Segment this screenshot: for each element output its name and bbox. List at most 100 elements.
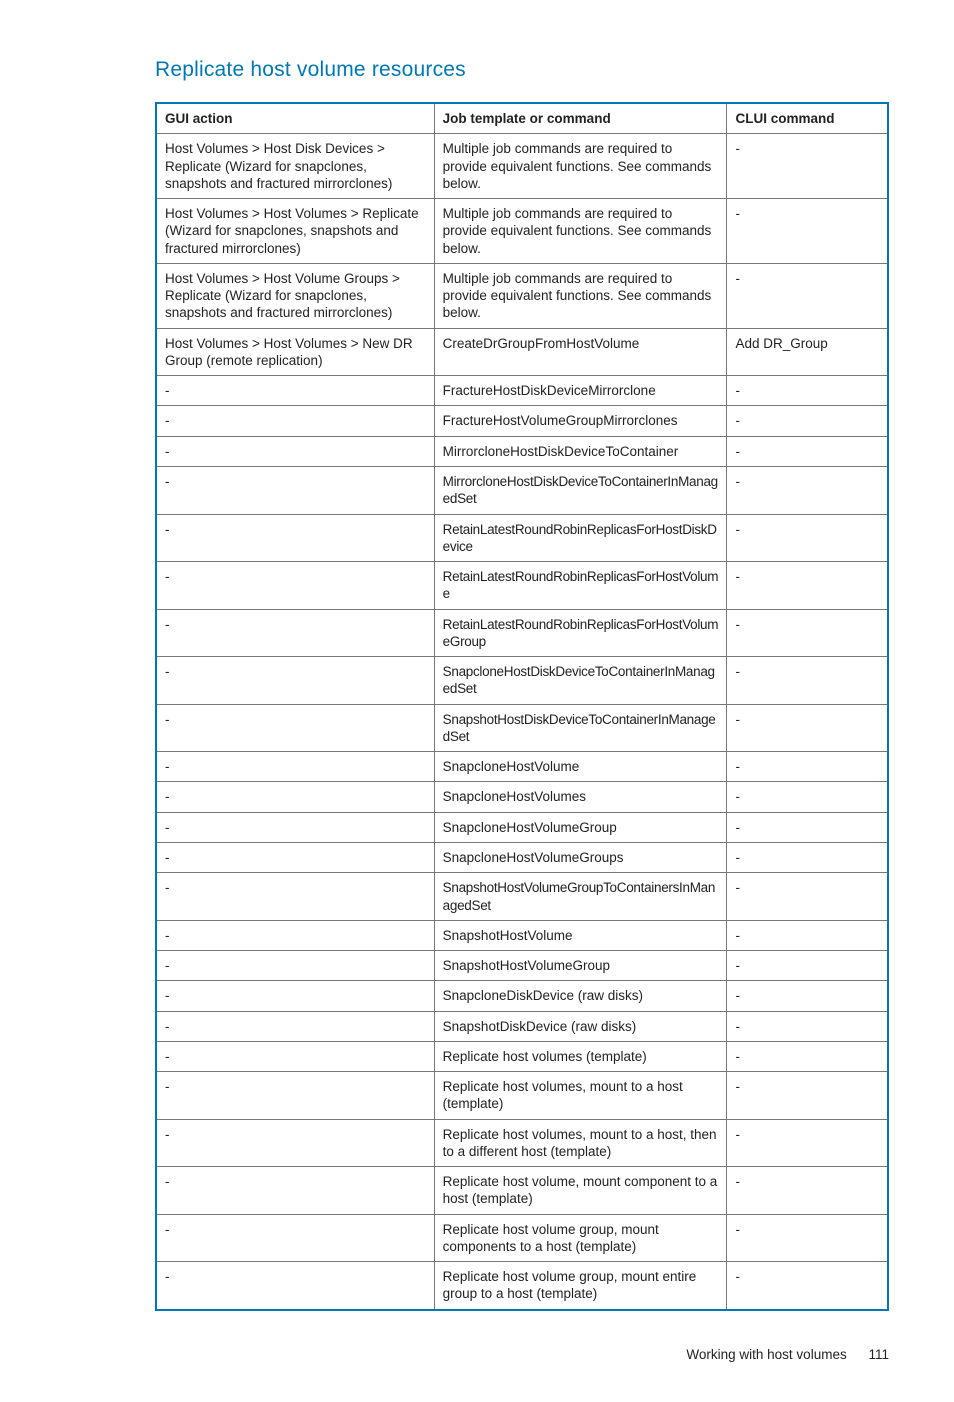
cell-job-template: Replicate host volumes, mount to a host …	[434, 1072, 727, 1120]
cell-gui-action: -	[156, 466, 434, 514]
cell-clui-command: -	[727, 1167, 888, 1215]
cell-gui-action: -	[156, 782, 434, 812]
cell-job-template: Replicate host volume group, mount entir…	[434, 1262, 727, 1310]
cell-clui-command: -	[727, 263, 888, 328]
cell-job-template: SnapshotDiskDevice (raw disks)	[434, 1011, 727, 1041]
cell-job-template: MirrorcloneHostDiskDeviceToContainerInMa…	[434, 466, 727, 514]
table-row: -Replicate host volume group, mount enti…	[156, 1262, 888, 1310]
table-row: -FractureHostVolumeGroupMirrorclones-	[156, 406, 888, 436]
cell-job-template: RetainLatestRoundRobinReplicasForHostVol…	[434, 609, 727, 657]
cell-gui-action: -	[156, 562, 434, 610]
table-row: -SnapcloneHostVolumeGroups-	[156, 842, 888, 872]
cell-job-template: Replicate host volumes (template)	[434, 1041, 727, 1071]
table-row: Host Volumes > Host Volumes > New DR Gro…	[156, 328, 888, 376]
table-row: -RetainLatestRoundRobinReplicasForHostVo…	[156, 562, 888, 610]
table-row: Host Volumes > Host Volume Groups > Repl…	[156, 263, 888, 328]
cell-job-template: Multiple job commands are required to pr…	[434, 199, 727, 264]
cell-gui-action: -	[156, 1262, 434, 1310]
cell-clui-command: -	[727, 562, 888, 610]
table-row: Host Volumes > Host Volumes > Replicate …	[156, 199, 888, 264]
cell-gui-action: -	[156, 873, 434, 921]
table-row: -SnapshotHostVolumeGroup-	[156, 951, 888, 981]
cell-gui-action: -	[156, 752, 434, 782]
page-footer: Working with host volumes 111	[155, 1347, 889, 1362]
cell-job-template: SnapshotHostVolumeGroupToContainersInMan…	[434, 873, 727, 921]
cell-gui-action: -	[156, 436, 434, 466]
cell-job-template: SnapcloneHostVolumes	[434, 782, 727, 812]
cell-clui-command: -	[727, 1041, 888, 1071]
cell-job-template: SnapcloneHostVolumeGroups	[434, 842, 727, 872]
table-row: Host Volumes > Host Disk Devices > Repli…	[156, 134, 888, 199]
cell-clui-command: -	[727, 1214, 888, 1262]
cell-job-template: Replicate host volume group, mount compo…	[434, 1214, 727, 1262]
cell-clui-command: -	[727, 1072, 888, 1120]
cell-gui-action: Host Volumes > Host Volume Groups > Repl…	[156, 263, 434, 328]
footer-section-text: Working with host volumes	[686, 1347, 846, 1362]
table-row: -SnapcloneHostVolumeGroup-	[156, 812, 888, 842]
col-header-gui-action: GUI action	[156, 103, 434, 134]
cell-job-template: RetainLatestRoundRobinReplicasForHostDis…	[434, 514, 727, 562]
table-row: -Replicate host volume, mount component …	[156, 1167, 888, 1215]
cell-gui-action: -	[156, 842, 434, 872]
cell-gui-action: -	[156, 1119, 434, 1167]
cell-clui-command: -	[727, 842, 888, 872]
cell-job-template: SnapshotHostDiskDeviceToContainerInManag…	[434, 704, 727, 752]
table-row: -Replicate host volume group, mount comp…	[156, 1214, 888, 1262]
cell-gui-action: -	[156, 920, 434, 950]
cell-gui-action: -	[156, 1214, 434, 1262]
cell-clui-command: -	[727, 752, 888, 782]
cell-job-template: FractureHostVolumeGroupMirrorclones	[434, 406, 727, 436]
cell-clui-command: Add DR_Group	[727, 328, 888, 376]
cell-job-template: SnapshotHostVolumeGroup	[434, 951, 727, 981]
cell-gui-action: -	[156, 1167, 434, 1215]
table-row: -FractureHostDiskDeviceMirrorclone-	[156, 376, 888, 406]
section-title: Replicate host volume resources	[155, 58, 889, 82]
cell-clui-command: -	[727, 466, 888, 514]
table-row: -MirrorcloneHostDiskDeviceToContainerInM…	[156, 466, 888, 514]
cell-clui-command: -	[727, 609, 888, 657]
cell-job-template: FractureHostDiskDeviceMirrorclone	[434, 376, 727, 406]
cell-gui-action: -	[156, 981, 434, 1011]
cell-gui-action: Host Volumes > Host Volumes > Replicate …	[156, 199, 434, 264]
cell-gui-action: -	[156, 406, 434, 436]
cell-job-template: SnapcloneHostVolume	[434, 752, 727, 782]
table-row: -SnapshotHostDiskDeviceToContainerInMana…	[156, 704, 888, 752]
cell-job-template: MirrorcloneHostDiskDeviceToContainer	[434, 436, 727, 466]
cell-clui-command: -	[727, 1011, 888, 1041]
cell-gui-action: -	[156, 657, 434, 705]
cell-clui-command: -	[727, 920, 888, 950]
cell-clui-command: -	[727, 514, 888, 562]
cell-gui-action: -	[156, 1011, 434, 1041]
col-header-job-template: Job template or command	[434, 103, 727, 134]
cell-job-template: Replicate host volume, mount component t…	[434, 1167, 727, 1215]
table-row: -SnapcloneHostVolumes-	[156, 782, 888, 812]
table-row: -Replicate host volumes, mount to a host…	[156, 1119, 888, 1167]
cell-clui-command: -	[727, 376, 888, 406]
table-row: -SnapshotHostVolumeGroupToContainersInMa…	[156, 873, 888, 921]
cell-job-template: CreateDrGroupFromHostVolume	[434, 328, 727, 376]
cell-clui-command: -	[727, 704, 888, 752]
table-row: -SnapcloneDiskDevice (raw disks)-	[156, 981, 888, 1011]
reference-table: GUI action Job template or command CLUI …	[155, 102, 889, 1311]
table-row: -Replicate host volumes (template)-	[156, 1041, 888, 1071]
table-row: -MirrorcloneHostDiskDeviceToContainer-	[156, 436, 888, 466]
table-row: -RetainLatestRoundRobinReplicasForHostDi…	[156, 514, 888, 562]
cell-gui-action: Host Volumes > Host Disk Devices > Repli…	[156, 134, 434, 199]
cell-clui-command: -	[727, 812, 888, 842]
cell-job-template: Multiple job commands are required to pr…	[434, 134, 727, 199]
table-header-row: GUI action Job template or command CLUI …	[156, 103, 888, 134]
cell-clui-command: -	[727, 1262, 888, 1310]
cell-gui-action: -	[156, 1072, 434, 1120]
cell-clui-command: -	[727, 981, 888, 1011]
footer-page-number: 111	[868, 1347, 889, 1362]
cell-clui-command: -	[727, 199, 888, 264]
cell-gui-action: -	[156, 514, 434, 562]
cell-gui-action: -	[156, 1041, 434, 1071]
cell-clui-command: -	[727, 134, 888, 199]
cell-clui-command: -	[727, 951, 888, 981]
cell-job-template: SnapcloneHostDiskDeviceToContainerInMana…	[434, 657, 727, 705]
cell-job-template: SnapcloneHostVolumeGroup	[434, 812, 727, 842]
table-row: -SnapshotHostVolume-	[156, 920, 888, 950]
table-row: -SnapshotDiskDevice (raw disks)-	[156, 1011, 888, 1041]
cell-job-template: Replicate host volumes, mount to a host,…	[434, 1119, 727, 1167]
